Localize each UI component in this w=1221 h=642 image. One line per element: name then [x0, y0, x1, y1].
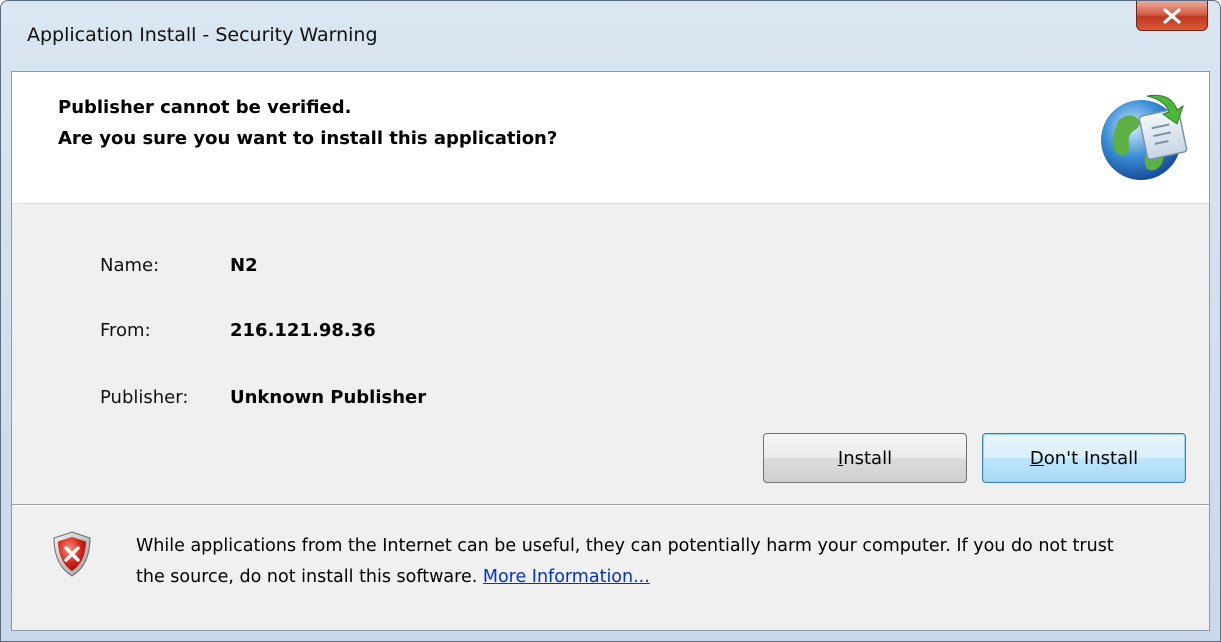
headline-install-question: Are you sure you want to install this ap… — [58, 128, 558, 149]
shield-warning-icon — [53, 531, 91, 577]
security-warning-dialog: Application Install - Security Warning P… — [0, 0, 1221, 642]
install-label: nstall — [843, 447, 893, 469]
security-warning-message: While applications from the Internet can… — [136, 531, 1146, 593]
name-label: Name: — [100, 255, 160, 276]
header-panel: Publisher cannot be verified. Are you su… — [12, 72, 1209, 204]
dont-install-mnemonic: D — [1029, 447, 1044, 469]
headline-publisher-unverified: Publisher cannot be verified. — [58, 97, 352, 118]
more-information-link[interactable]: More Information... — [483, 567, 650, 587]
dialog-content: Publisher cannot be verified. Are you su… — [11, 71, 1210, 631]
from-label: From: — [100, 320, 151, 341]
install-button[interactable]: Install — [763, 433, 967, 483]
close-button[interactable] — [1136, 1, 1208, 31]
publisher-label: Publisher: — [100, 387, 189, 408]
name-value: N2 — [230, 255, 258, 276]
close-icon — [1163, 7, 1181, 24]
window-title: Application Install - Security Warning — [27, 24, 378, 46]
globe-install-icon — [1101, 94, 1188, 180]
title-bar[interactable]: Application Install - Security Warning — [1, 1, 1220, 71]
footer-divider — [12, 504, 1209, 506]
from-value: 216.121.98.36 — [230, 320, 376, 341]
dont-install-label: on't Install — [1043, 447, 1139, 469]
publisher-value: Unknown Publisher — [230, 387, 427, 408]
dont-install-button[interactable]: Don't Install — [982, 433, 1186, 483]
